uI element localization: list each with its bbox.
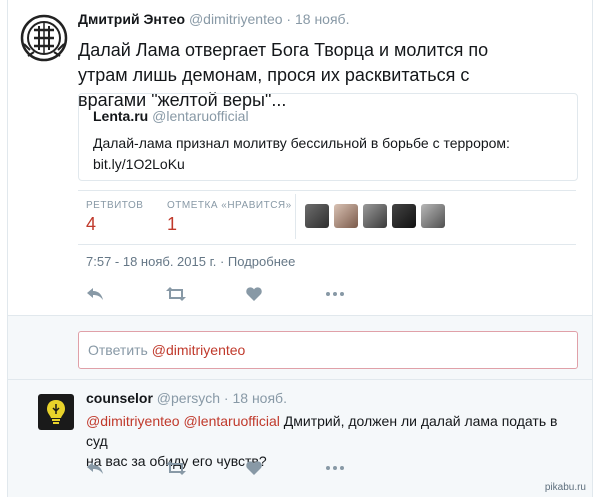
retweet-icon: [166, 461, 186, 475]
reply-button[interactable]: [86, 284, 166, 304]
reply-composer-area: Ответить @dimitriyenteo: [8, 315, 592, 380]
liker-avatar[interactable]: [421, 204, 445, 228]
like-button[interactable]: [246, 458, 326, 478]
heart-icon: [246, 461, 262, 475]
quoted-text-line: Далай-лама признал молитву бессильной в …: [93, 135, 510, 151]
heart-icon: [246, 287, 262, 301]
main-tweet: Дмитрий Энтео @dimitriyenteo · 18 нояб. …: [8, 0, 592, 315]
author-avatar[interactable]: [20, 14, 68, 62]
likers-avatars: [305, 204, 445, 228]
more-icon: [326, 292, 344, 296]
full-timestamp: 7:57 - 18 нояб. 2015 г.: [86, 254, 217, 269]
quoted-tweet-header: Lenta.ru @lentaruofficial: [93, 108, 249, 124]
reply-icon: [87, 462, 103, 474]
separator-dot: ·: [286, 11, 292, 27]
reply-author-handle[interactable]: @persych: [157, 390, 220, 406]
reply-prefix: Ответить: [88, 342, 152, 358]
quoted-author-handle: @lentaruofficial: [152, 108, 249, 124]
retweet-icon: [166, 287, 186, 301]
retweets-label: РЕТВИТОВ: [86, 200, 144, 211]
tweet-actions: [86, 284, 406, 304]
like-button[interactable]: [246, 284, 326, 304]
reply-author-name[interactable]: counselor: [86, 390, 153, 406]
reply-tweet-actions: [86, 458, 406, 478]
reply-input[interactable]: Ответить @dimitriyenteo: [78, 331, 578, 369]
divider: [78, 190, 576, 191]
tweet-time[interactable]: 18 нояб.: [295, 11, 349, 27]
liker-avatar[interactable]: [334, 204, 358, 228]
quoted-tweet[interactable]: Lenta.ru @lentaruofficial Далай-лама при…: [78, 93, 578, 181]
reply-tweet-header: counselor @persych · 18 нояб.: [86, 390, 287, 406]
retweet-button[interactable]: [166, 458, 246, 478]
retweets-count: 4: [86, 214, 97, 234]
likes-stat[interactable]: ОТМЕТКА «НРАВИТСЯ» 1: [167, 200, 292, 235]
likes-count: 1: [167, 214, 178, 234]
more-button[interactable]: [326, 458, 406, 478]
tweet-card: Дмитрий Энтео @dimitriyenteo · 18 нояб. …: [7, 0, 593, 497]
mention-link[interactable]: @dimitriyenteo: [86, 413, 180, 429]
author-handle[interactable]: @dimitriyenteo: [189, 11, 283, 27]
tweet-date-line: 7:57 - 18 нояб. 2015 г. · Подробнее: [86, 254, 296, 269]
reply-author-avatar[interactable]: [38, 394, 74, 430]
quoted-link[interactable]: bit.ly/1O2LoKu: [93, 154, 563, 175]
mention-link[interactable]: @lentaruofficial: [183, 413, 279, 429]
more-icon: [326, 466, 344, 470]
quoted-author-name: Lenta.ru: [93, 108, 149, 124]
liker-avatar[interactable]: [305, 204, 329, 228]
reply-mention: @dimitriyenteo: [151, 342, 246, 358]
author-name[interactable]: Дмитрий Энтео: [78, 11, 185, 27]
tweet-header: Дмитрий Энтео @dimitriyenteo · 18 нояб.: [78, 11, 349, 27]
reply-icon: [87, 288, 103, 300]
watermark: pikabu.ru: [544, 482, 586, 493]
retweet-button[interactable]: [166, 284, 246, 304]
liker-avatar[interactable]: [363, 204, 387, 228]
quoted-tweet-text: Далай-лама признал молитву бессильной в …: [93, 133, 563, 175]
details-link[interactable]: Подробнее: [228, 254, 295, 269]
retweets-stat[interactable]: РЕТВИТОВ 4: [86, 200, 143, 235]
stats-separator: [295, 194, 296, 239]
divider: [78, 244, 576, 245]
likes-label: ОТМЕТКА «НРАВИТСЯ»: [167, 200, 292, 211]
liker-avatar[interactable]: [392, 204, 416, 228]
reply-time[interactable]: 18 нояб.: [232, 390, 286, 406]
reply-button[interactable]: [86, 458, 166, 478]
separator-dot: ·: [223, 390, 229, 406]
more-button[interactable]: [326, 284, 406, 304]
